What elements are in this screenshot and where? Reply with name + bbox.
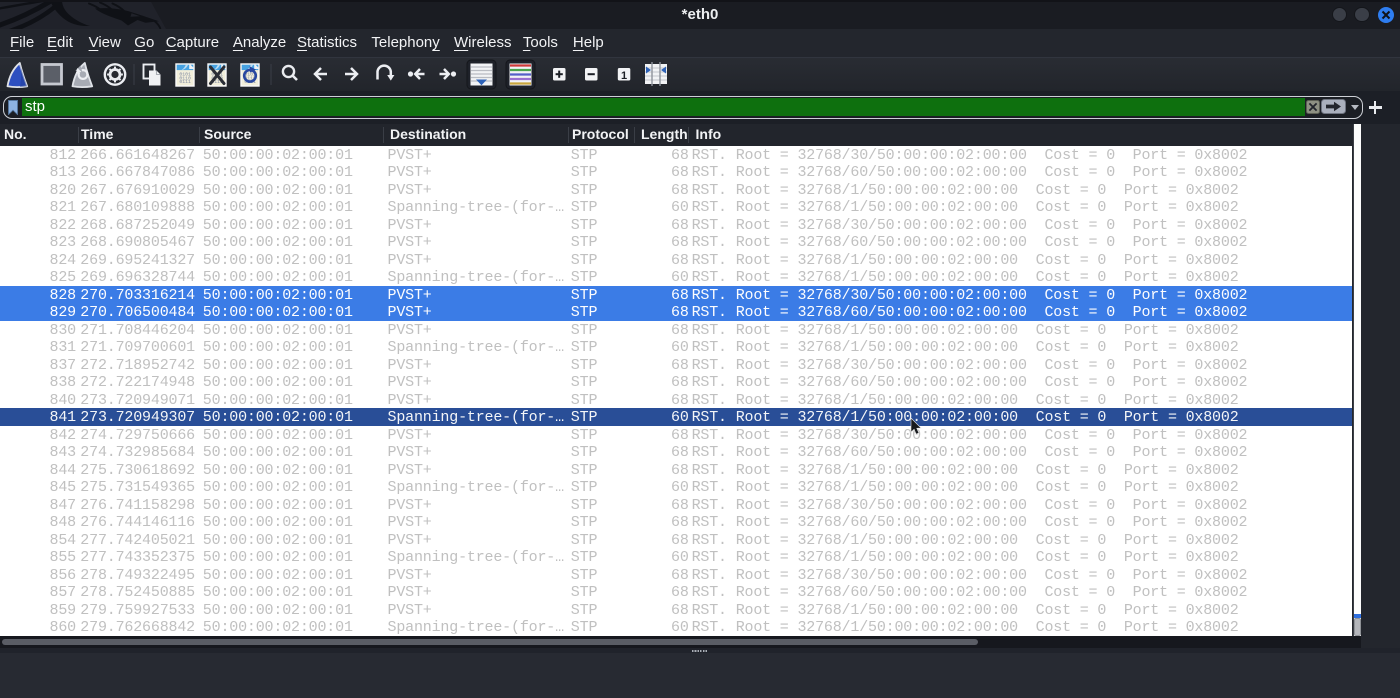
svg-text:0111: 0111	[179, 79, 191, 85]
svg-text:1: 1	[621, 70, 627, 82]
